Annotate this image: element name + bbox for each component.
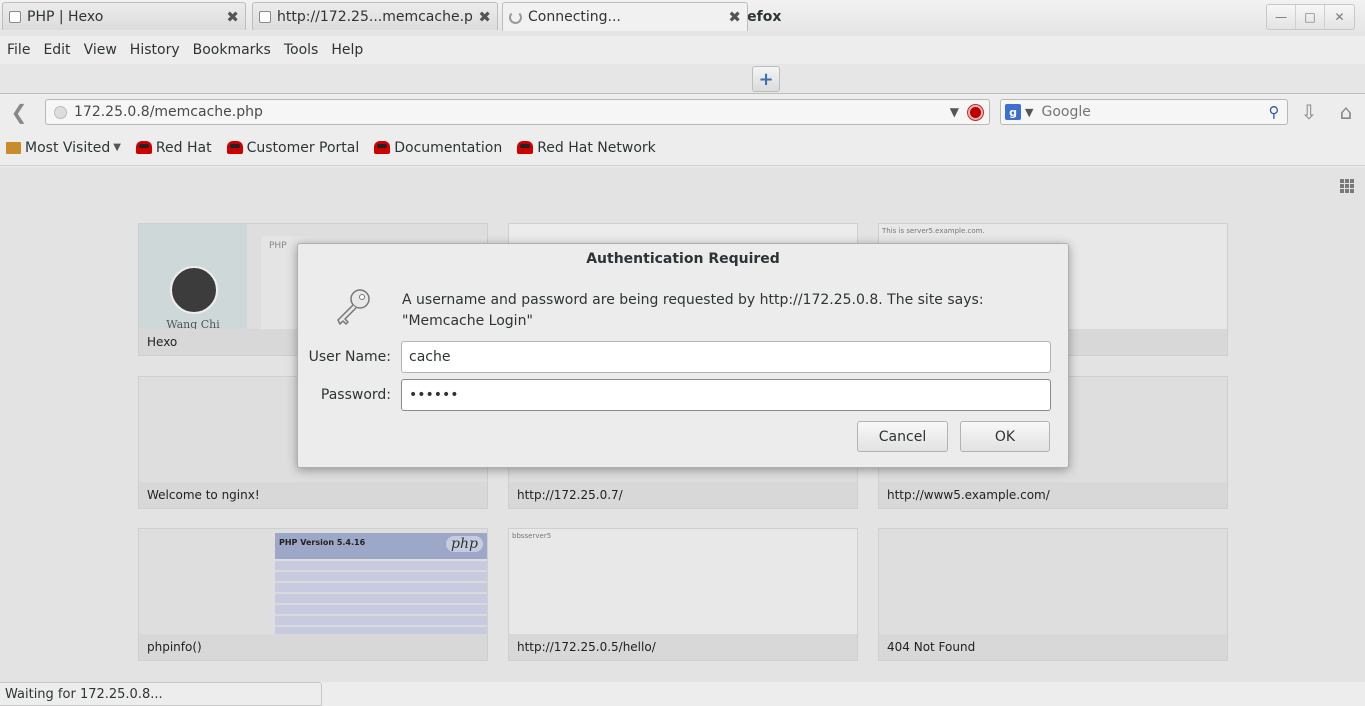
site-identity-icon[interactable] xyxy=(54,105,67,119)
cancel-button[interactable]: Cancel xyxy=(857,421,948,452)
navigation-bar: ❮ 172.25.0.8/memcache.php ▼ g ▼ ⚲ ⇩ ⌂ xyxy=(0,94,1365,130)
site-tile-hello[interactable]: bbsserver5 http://172.25.0.5/hello/ xyxy=(508,528,858,661)
search-icon[interactable]: ⚲ xyxy=(1265,103,1283,121)
tile-thumbnail xyxy=(879,529,1227,634)
bookmark-label: Documentation xyxy=(394,139,503,156)
thumbnail-text: This is server5.example.com. xyxy=(882,227,985,235)
url-text[interactable]: 172.25.0.8/memcache.php xyxy=(74,104,950,120)
close-tab-icon[interactable]: ✖ xyxy=(728,8,741,26)
bookmark-documentation[interactable]: Documentation xyxy=(374,140,502,156)
tab-strip xyxy=(0,64,1365,94)
password-label: Password: xyxy=(320,387,391,403)
page-icon xyxy=(9,10,21,23)
menu-bookmarks[interactable]: Bookmarks xyxy=(193,42,271,58)
menu-view[interactable]: View xyxy=(84,42,117,58)
history-dropdown-icon[interactable]: ▼ xyxy=(950,105,959,119)
search-input[interactable] xyxy=(1041,104,1265,120)
tile-caption: 404 Not Found xyxy=(879,634,1227,660)
site-tile-404[interactable]: 404 Not Found xyxy=(878,528,1228,661)
url-bar[interactable]: 172.25.0.8/memcache.php ▼ xyxy=(45,99,990,125)
tile-thumbnail: PHP Version 5.4.16 php xyxy=(139,529,487,634)
tab-connecting[interactable]: Connecting... ✖ xyxy=(502,2,748,31)
minimize-button[interactable]: — xyxy=(1267,5,1296,29)
bookmarks-toolbar: Most Visited ▼ Red Hat Customer Portal D… xyxy=(0,130,1365,166)
tab-php-hexo[interactable]: PHP | Hexo ✖ xyxy=(2,2,246,30)
menu-file[interactable]: File xyxy=(7,42,30,58)
folder-icon xyxy=(6,141,21,154)
menu-tools[interactable]: Tools xyxy=(284,42,319,58)
thumbnail-text: bbsserver5 xyxy=(512,532,552,540)
loading-spinner-icon xyxy=(509,10,522,24)
engine-dropdown-icon[interactable]: ▼ xyxy=(1025,106,1033,119)
grid-icon[interactable] xyxy=(1340,179,1354,193)
tab-label: http://172.25...memcache.php xyxy=(277,8,473,25)
php-logo: php xyxy=(446,536,483,552)
home-icon[interactable]: ⌂ xyxy=(1335,100,1357,124)
bookmark-most-visited[interactable]: Most Visited ▼ xyxy=(6,140,121,156)
redhat-icon xyxy=(517,141,534,154)
ok-button[interactable]: OK xyxy=(960,421,1050,452)
chevron-down-icon: ▼ xyxy=(113,142,121,153)
tab-memcache[interactable]: http://172.25...memcache.php ✖ xyxy=(252,2,498,30)
menu-history[interactable]: History xyxy=(130,42,180,58)
new-tab-button[interactable]: + xyxy=(752,66,780,92)
thumbnail-author: Wang Chi xyxy=(166,318,220,329)
dialog-title: Authentication Required xyxy=(586,251,780,267)
bookmark-label: Red Hat Network xyxy=(537,139,656,156)
back-arrow-icon[interactable]: ❮ xyxy=(6,99,32,125)
tile-thumbnail: bbsserver5 xyxy=(509,529,857,634)
close-tab-icon[interactable]: ✖ xyxy=(226,8,239,26)
redhat-icon xyxy=(135,141,152,154)
thumbnail-heading: PHP xyxy=(269,241,287,251)
close-window-button[interactable]: ✕ xyxy=(1325,5,1354,29)
tile-caption: http://172.25.0.7/ xyxy=(509,482,857,508)
site-tile-phpinfo[interactable]: PHP Version 5.4.16 php phpinfo() xyxy=(138,528,488,661)
authentication-dialog: Authentication Required A username and p… xyxy=(297,243,1069,468)
page-icon xyxy=(259,10,271,23)
thumbnail-heading: PHP Version 5.4.16 xyxy=(279,538,366,547)
tile-caption: Welcome to nginx! xyxy=(139,482,487,508)
google-icon[interactable]: g xyxy=(1005,104,1021,120)
bookmark-red-hat-network[interactable]: Red Hat Network xyxy=(517,140,656,156)
bookmark-customer-portal[interactable]: Customer Portal xyxy=(226,139,360,156)
tile-caption: phpinfo() xyxy=(139,634,487,660)
tile-caption: http://172.25.0.5/hello/ xyxy=(509,634,857,660)
bookmark-label: Customer Portal xyxy=(246,139,360,156)
redhat-icon xyxy=(374,141,391,154)
search-bar[interactable]: g ▼ ⚲ xyxy=(1000,99,1288,125)
menu-edit[interactable]: Edit xyxy=(43,42,70,58)
window-controls: — □ ✕ xyxy=(1266,4,1355,30)
redhat-icon xyxy=(226,141,243,154)
tab-label: PHP | Hexo xyxy=(27,8,104,25)
bookmark-label: Most Visited xyxy=(25,139,111,156)
menu-bar: File Edit View History Bookmarks Tools H… xyxy=(0,36,1365,64)
bookmark-red-hat[interactable]: Red Hat xyxy=(135,139,212,156)
key-icon xyxy=(337,289,370,325)
avatar xyxy=(170,266,218,314)
close-tab-icon[interactable]: ✖ xyxy=(478,8,491,26)
status-bar: Waiting for 172.25.0.8... xyxy=(0,682,322,706)
password-field[interactable] xyxy=(401,379,1051,411)
bookmark-label: Red Hat xyxy=(155,139,212,156)
dialog-message: A username and password are being reques… xyxy=(402,292,984,329)
maximize-button[interactable]: □ xyxy=(1296,5,1325,29)
username-field[interactable] xyxy=(401,341,1051,373)
tile-caption: http://www5.example.com/ xyxy=(879,482,1227,508)
tab-label: Connecting... xyxy=(528,9,621,25)
username-label: User Name: xyxy=(308,349,391,365)
stop-icon[interactable] xyxy=(968,104,983,120)
menu-help[interactable]: Help xyxy=(331,42,363,58)
download-arrow-icon[interactable]: ⇩ xyxy=(1298,100,1320,124)
